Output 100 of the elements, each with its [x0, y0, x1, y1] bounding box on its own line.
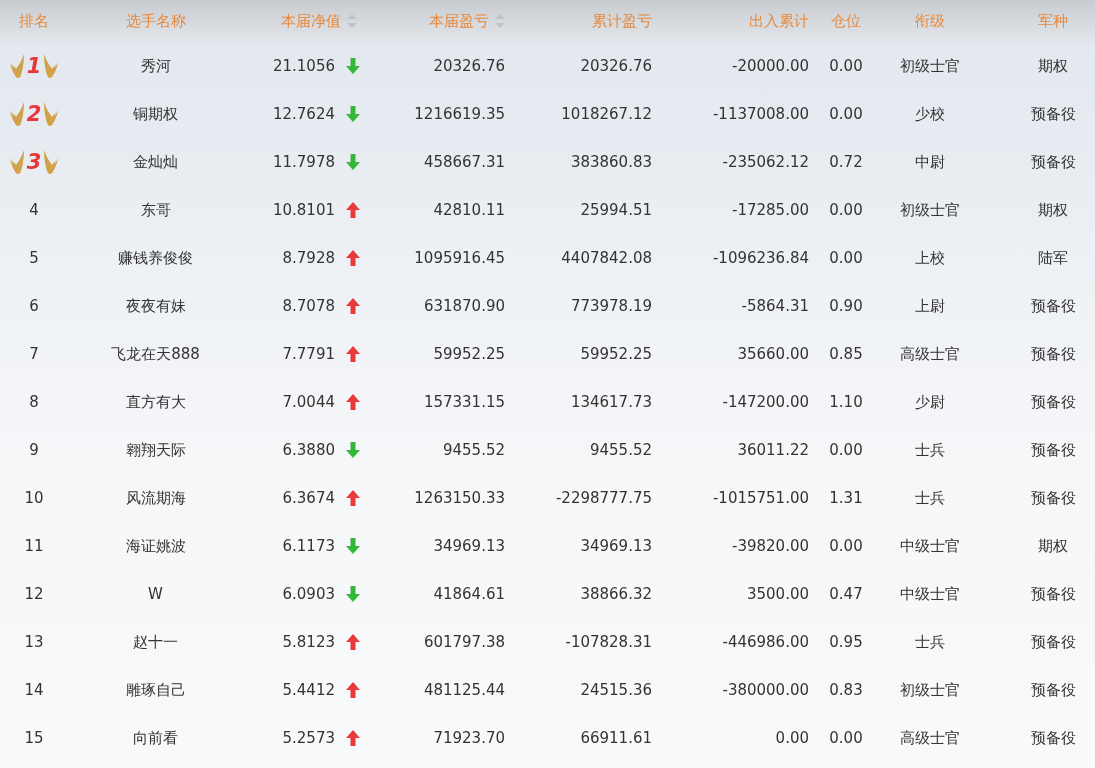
- cash-flow: 35660.00: [737, 345, 809, 363]
- position: 0.85: [829, 345, 863, 363]
- position: 0.47: [829, 585, 863, 603]
- cash-flow: -39820.00: [732, 537, 809, 555]
- column-header: 排名: [19, 11, 49, 31]
- position: 1.10: [829, 393, 863, 411]
- total-profit: -107828.31: [565, 633, 652, 651]
- rank-number: 13: [24, 633, 44, 651]
- net-value: 6.1173: [282, 537, 335, 555]
- position: 0.00: [829, 57, 863, 75]
- cash-flow: -235062.12: [722, 153, 809, 171]
- rank-number: 7: [29, 345, 39, 363]
- total-profit: -2298777.75: [555, 489, 652, 507]
- period-profit: 157331.15: [423, 393, 505, 411]
- rank-grade: 高级士官: [900, 728, 960, 748]
- column-header[interactable]: 本届净值: [281, 11, 341, 31]
- position: 0.00: [829, 249, 863, 267]
- player-name: 秀河: [140, 56, 171, 76]
- total-profit: 383860.83: [570, 153, 652, 171]
- total-profit: 20326.76: [580, 57, 652, 75]
- position: 0.00: [829, 201, 863, 219]
- rank-number: 8: [29, 393, 39, 411]
- rank-grade: 中级士官: [900, 536, 960, 556]
- total-profit: 1018267.12: [561, 105, 652, 123]
- wing-icon: [8, 53, 25, 79]
- cash-flow: 0.00: [775, 729, 809, 747]
- player-name: 雕琢自己: [125, 680, 186, 700]
- sort-icon[interactable]: [347, 14, 357, 28]
- rank-number: 12: [24, 585, 44, 603]
- rank-grade: 中级士官: [900, 584, 960, 604]
- service-branch: 预备役: [1029, 632, 1076, 652]
- period-profit: 1216619.35: [414, 105, 505, 123]
- player-name: 飞龙在天888: [111, 344, 200, 364]
- column-header: 衔级: [915, 11, 945, 31]
- rank-grade: 初级士官: [900, 680, 960, 700]
- position: 0.00: [829, 729, 863, 747]
- column-header: 军种: [1038, 12, 1068, 30]
- period-profit: 59952.25: [433, 345, 505, 363]
- net-value: 5.2573: [282, 729, 335, 747]
- rank-number: 11: [24, 537, 44, 555]
- total-profit: 134617.73: [570, 393, 652, 411]
- total-profit: 34969.13: [580, 537, 652, 555]
- player-name: 赵十一: [133, 632, 178, 652]
- net-value: 5.4412: [282, 681, 335, 699]
- position: 0.00: [829, 537, 863, 555]
- position: 0.00: [829, 105, 863, 123]
- position: 0.90: [829, 297, 863, 315]
- cash-flow: -20000.00: [732, 57, 809, 75]
- net-value: 5.8123: [282, 633, 335, 651]
- service-branch: 预备役: [1029, 104, 1076, 124]
- rank-grade: 士兵: [915, 440, 945, 460]
- position: 0.72: [829, 153, 863, 171]
- player-name: 向前看: [133, 728, 178, 748]
- total-profit: 4407842.08: [561, 249, 652, 267]
- service-branch: 预备役: [1029, 392, 1076, 412]
- service-branch: 预备役: [1029, 296, 1076, 316]
- service-branch: 预备役: [1029, 584, 1076, 604]
- net-value: 7.0044: [282, 393, 335, 411]
- player-name: 风流期海: [125, 488, 186, 508]
- rank-grade: 上校: [915, 248, 945, 268]
- period-profit: 458667.31: [423, 153, 505, 171]
- total-profit: 66911.61: [580, 729, 652, 747]
- service-branch: 陆军: [1037, 248, 1068, 268]
- position: 1.31: [829, 489, 863, 507]
- total-profit: 9455.52: [589, 441, 652, 459]
- rank-number: 5: [29, 249, 39, 267]
- service-branch: 预备役: [1029, 488, 1076, 508]
- period-profit: 601797.38: [423, 633, 505, 651]
- net-value: 21.1056: [272, 57, 335, 75]
- total-profit: 25994.51: [580, 201, 652, 219]
- period-profit: 34969.13: [433, 537, 505, 555]
- rank-grade: 初级士官: [900, 56, 960, 76]
- rank-number: 15: [24, 729, 44, 747]
- net-value: 11.7978: [272, 153, 335, 171]
- sort-icon[interactable]: [495, 14, 505, 28]
- net-value: 6.3674: [282, 489, 335, 507]
- cash-flow: -147200.00: [722, 393, 809, 411]
- period-profit: 481125.44: [423, 681, 505, 699]
- net-value: 6.3880: [282, 441, 335, 459]
- player-name: 铜期权: [133, 104, 178, 124]
- rank-number: 4: [29, 201, 39, 219]
- player-name: 金灿灿: [133, 152, 178, 172]
- cash-flow: -380000.00: [722, 681, 809, 699]
- column-header: 仓位: [831, 11, 861, 31]
- wing-icon: [8, 101, 25, 127]
- period-profit: 1263150.33: [414, 489, 505, 507]
- rank-number: 9: [29, 441, 39, 459]
- total-profit: 59952.25: [580, 345, 652, 363]
- cash-flow: -17285.00: [732, 201, 809, 219]
- player-name: 翱翔天际: [125, 440, 186, 460]
- cash-flow: 36011.22: [737, 441, 809, 459]
- column-header[interactable]: 本届盈亏: [429, 11, 489, 31]
- net-value: 7.7791: [282, 345, 335, 363]
- rank-grade: 士兵: [915, 632, 945, 652]
- net-value: 6.0903: [282, 585, 335, 603]
- player-name: 东哥: [140, 200, 171, 220]
- service-branch: 期权: [1037, 56, 1068, 76]
- rank-grade: 少校: [915, 104, 945, 124]
- period-profit: 631870.90: [423, 297, 505, 315]
- rank-number: 6: [29, 297, 39, 315]
